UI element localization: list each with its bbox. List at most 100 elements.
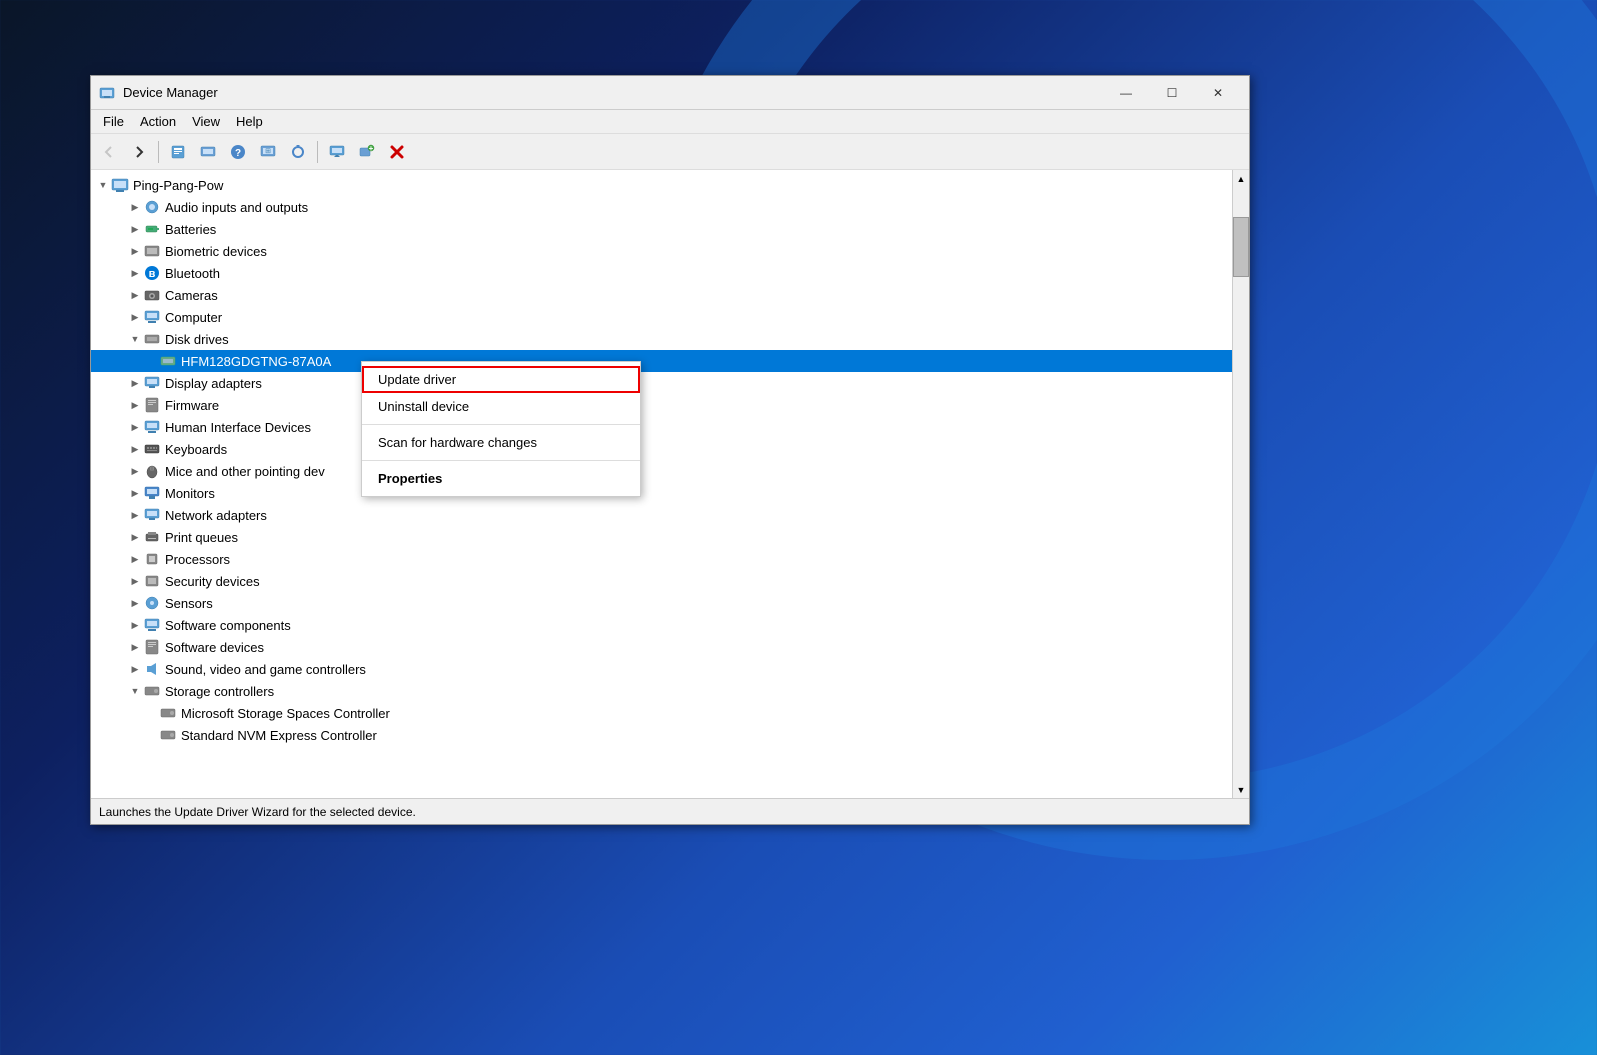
svg-text:⊞: ⊞ [265, 148, 271, 155]
back-button[interactable] [95, 138, 123, 166]
batteries-icon [143, 221, 161, 237]
tree-item-audio[interactable]: ▶ Audio inputs and outputs [91, 196, 1232, 218]
tree-item-security[interactable]: ▶ Security devices [91, 570, 1232, 592]
bluetooth-expand[interactable]: ▶ [127, 265, 143, 281]
tree-item-cameras[interactable]: ▶ Cameras [91, 284, 1232, 306]
tree-item-monitors[interactable]: ▶ Monitors [91, 482, 1232, 504]
keyboards-label: Keyboards [165, 442, 227, 457]
properties-button[interactable] [164, 138, 192, 166]
batteries-expand[interactable]: ▶ [127, 221, 143, 237]
tree-item-computer[interactable]: ▶ Computer [91, 306, 1232, 328]
scroll-thumb[interactable] [1233, 217, 1249, 277]
tree-item-sw-components[interactable]: ▶ Software components [91, 614, 1232, 636]
scrollbar[interactable]: ▲ ▼ [1232, 170, 1249, 798]
cameras-label: Cameras [165, 288, 218, 303]
sensors-expand[interactable]: ▶ [127, 595, 143, 611]
sw-components-icon [143, 617, 161, 633]
keyboards-expand[interactable]: ▶ [127, 441, 143, 457]
tree-item-batteries[interactable]: ▶ Batteries [91, 218, 1232, 240]
ms-storage-expand [143, 705, 159, 721]
device-manager-window: Device Manager — ☐ ✕ File Action View He… [90, 75, 1250, 825]
batteries-label: Batteries [165, 222, 216, 237]
processors-expand[interactable]: ▶ [127, 551, 143, 567]
update-driver-button[interactable] [194, 138, 222, 166]
scan-changes-button[interactable]: ⊞ [254, 138, 282, 166]
display-expand[interactable]: ▶ [127, 375, 143, 391]
sound-icon [143, 661, 161, 677]
cameras-expand[interactable]: ▶ [127, 287, 143, 303]
menu-view[interactable]: View [184, 112, 228, 131]
add-driver-button[interactable]: + [353, 138, 381, 166]
storage-label: Storage controllers [165, 684, 274, 699]
refresh-button[interactable] [284, 138, 312, 166]
computer-expand[interactable]: ▶ [127, 309, 143, 325]
network-expand[interactable]: ▶ [127, 507, 143, 523]
tree-item-storage[interactable]: ▼ Storage controllers [91, 680, 1232, 702]
tree-item-processors[interactable]: ▶ Processors [91, 548, 1232, 570]
sound-label: Sound, video and game controllers [165, 662, 366, 677]
tree-item-sensors[interactable]: ▶ Sensors [91, 592, 1232, 614]
root-label: Ping-Pang-Pow [133, 178, 223, 193]
tree-panel[interactable]: ▼ Ping-Pang-Pow ▶ [91, 170, 1232, 798]
biometric-expand[interactable]: ▶ [127, 243, 143, 259]
scroll-up[interactable]: ▲ [1233, 170, 1249, 187]
sw-components-expand[interactable]: ▶ [127, 617, 143, 633]
storage-expand[interactable]: ▼ [127, 683, 143, 699]
tree-item-sound[interactable]: ▶ Sound, video and game controllers [91, 658, 1232, 680]
tree-item-firmware[interactable]: ▶ Firmware [91, 394, 1232, 416]
tree-item-biometric[interactable]: ▶ Biometric devices [91, 240, 1232, 262]
tree-item-disk[interactable]: ▼ Disk drives [91, 328, 1232, 350]
menu-action[interactable]: Action [132, 112, 184, 131]
ctx-separator [362, 424, 640, 425]
disk-expand[interactable]: ▼ [127, 331, 143, 347]
root-expand-icon[interactable]: ▼ [95, 177, 111, 193]
status-bar: Launches the Update Driver Wizard for th… [91, 798, 1249, 824]
hid-expand[interactable]: ▶ [127, 419, 143, 435]
close-button[interactable]: ✕ [1195, 76, 1241, 110]
tree-item-sw-devices[interactable]: ▶ Software devices [91, 636, 1232, 658]
hid-label: Human Interface Devices [165, 420, 311, 435]
print-expand[interactable]: ▶ [127, 529, 143, 545]
tree-item-display[interactable]: ▶ Display adapters [91, 372, 1232, 394]
processors-label: Processors [165, 552, 230, 567]
mice-expand[interactable]: ▶ [127, 463, 143, 479]
mice-icon [143, 463, 161, 479]
security-expand[interactable]: ▶ [127, 573, 143, 589]
tree-root[interactable]: ▼ Ping-Pang-Pow [91, 174, 1232, 196]
help-button[interactable]: ? [224, 138, 252, 166]
minimize-button[interactable]: — [1103, 76, 1149, 110]
hfm-label: HFM128GDGTNG-87A0A [181, 354, 331, 369]
ctx-uninstall-device[interactable]: Uninstall device [362, 393, 640, 420]
tree-item-keyboards[interactable]: ▶ Keyboards [91, 438, 1232, 460]
menu-help[interactable]: Help [228, 112, 271, 131]
display-button[interactable] [323, 138, 351, 166]
audio-label: Audio inputs and outputs [165, 200, 308, 215]
tree-item-bluetooth[interactable]: ▶ ʙ Bluetooth [91, 262, 1232, 284]
forward-button[interactable] [125, 138, 153, 166]
firmware-expand[interactable]: ▶ [127, 397, 143, 413]
scroll-down[interactable]: ▼ [1233, 781, 1249, 798]
maximize-button[interactable]: ☐ [1149, 76, 1195, 110]
ctx-scan-hardware[interactable]: Scan for hardware changes [362, 429, 640, 456]
ctx-properties[interactable]: Properties [362, 465, 640, 492]
tree-item-nvm[interactable]: Standard NVM Express Controller [91, 724, 1232, 746]
sound-expand[interactable]: ▶ [127, 661, 143, 677]
bluetooth-icon: ʙ [143, 265, 161, 281]
remove-button[interactable] [383, 138, 411, 166]
ctx-update-driver[interactable]: Update driver [362, 366, 640, 393]
tree-item-ms-storage[interactable]: Microsoft Storage Spaces Controller [91, 702, 1232, 724]
tree-item-print[interactable]: ▶ Print queues [91, 526, 1232, 548]
tree-item-hid[interactable]: ▶ Human Interface Devices [91, 416, 1232, 438]
audio-expand[interactable]: ▶ [127, 199, 143, 215]
security-icon [143, 573, 161, 589]
monitors-expand[interactable]: ▶ [127, 485, 143, 501]
tree-item-hfm[interactable]: HFM128GDGTNG-87A0A [91, 350, 1232, 372]
toolbar-sep-1 [158, 141, 159, 163]
monitors-label: Monitors [165, 486, 215, 501]
sw-devices-label: Software devices [165, 640, 264, 655]
tree-item-mice[interactable]: ▶ Mice and other pointing dev [91, 460, 1232, 482]
sw-devices-expand[interactable]: ▶ [127, 639, 143, 655]
tree-item-network[interactable]: ▶ Network adapters [91, 504, 1232, 526]
menu-file[interactable]: File [95, 112, 132, 131]
toolbar-sep-2 [317, 141, 318, 163]
